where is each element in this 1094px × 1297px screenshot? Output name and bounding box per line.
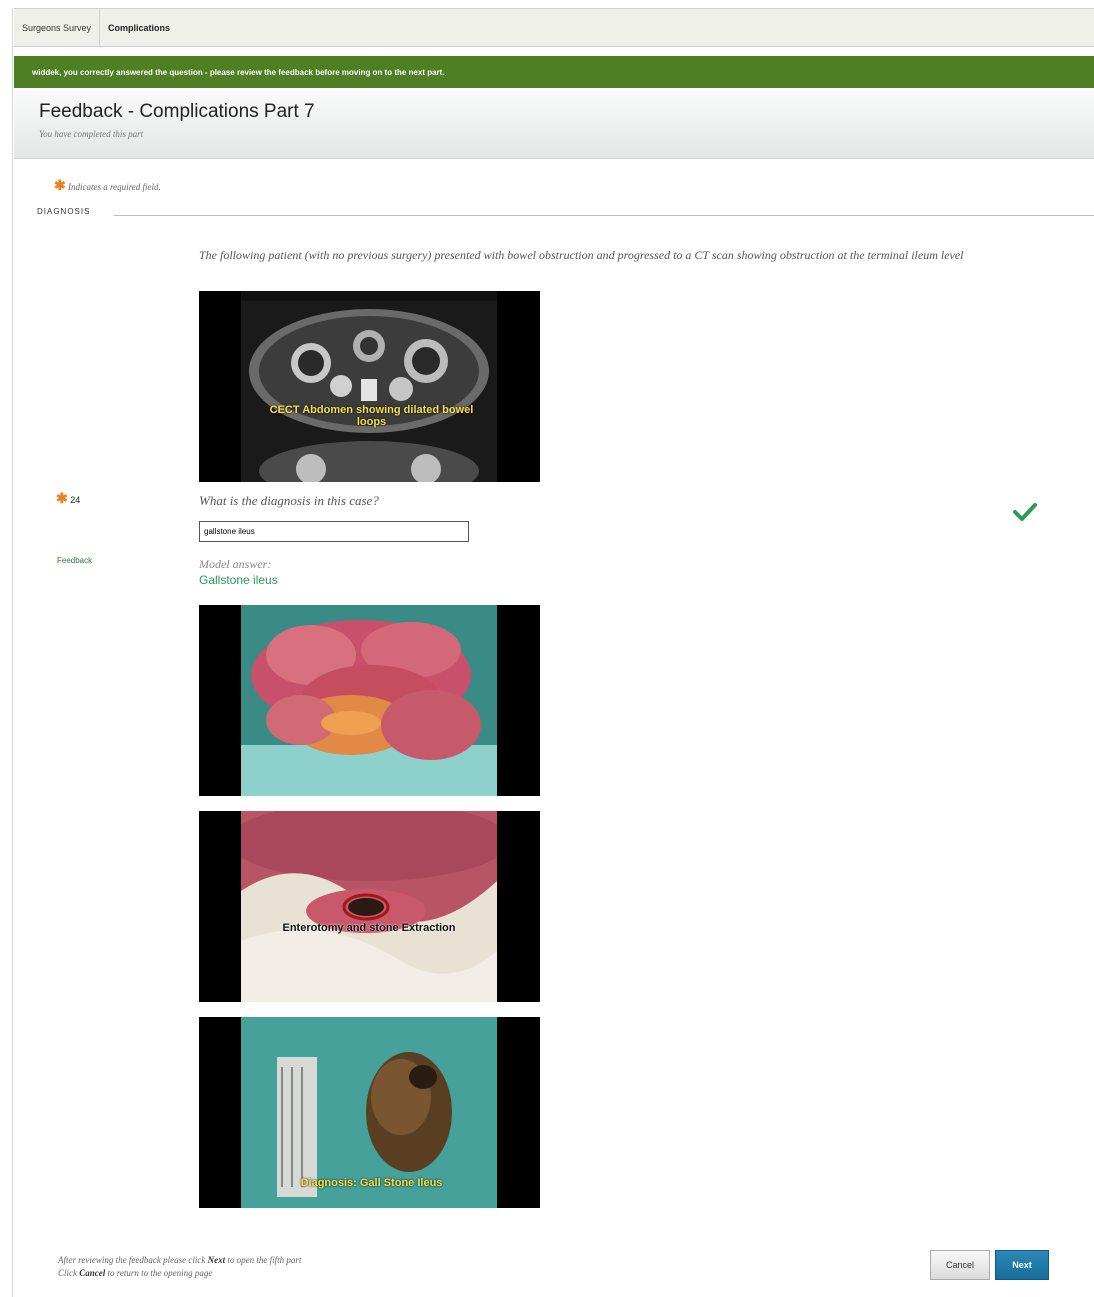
checkmark-icon — [1013, 503, 1037, 521]
page: Surgeons Survey Complications widdek, yo… — [0, 0, 1094, 1297]
question-number: 24 — [70, 495, 81, 505]
image-caption: Enterotomy and stone Extraction — [282, 922, 456, 934]
required-field-note: ✱ Indicates a required field. — [54, 178, 161, 195]
gallstone-image: Diagnosis: Gall Stone Ileus — [199, 1017, 540, 1208]
enterotomy-image: Enterotomy and stone Extraction — [199, 811, 540, 1002]
enterotomy-graphic — [241, 811, 497, 1002]
image-caption: Diagnosis: Gall Stone Ileus — [300, 1177, 443, 1189]
footer-instructions: After reviewing the feedback please clic… — [58, 1254, 301, 1280]
required-note-text: Indicates a required field. — [67, 182, 161, 192]
success-banner: widdek, you correctly answered the quest… — [14, 56, 1094, 88]
breadcrumb: Surgeons Survey Complications — [14, 8, 1094, 47]
question-text: What is the diagnosis in this case? — [199, 493, 379, 508]
asterisk-icon: ✱ — [54, 179, 66, 194]
asterisk-icon: ✱ — [56, 490, 68, 506]
question-number-label: ✱ 24 — [56, 490, 80, 507]
footer-line-cancel: Click Cancel to return to the opening pa… — [58, 1268, 213, 1278]
model-answer: Gallstone ileus — [199, 573, 278, 587]
section-label: DIAGNOSIS — [37, 207, 91, 216]
section-divider — [114, 215, 1094, 216]
page-border — [12, 8, 13, 1297]
page-title: Feedback - Complications Part 7 — [39, 101, 315, 122]
page-header: Feedback - Complications Part 7 You have… — [14, 90, 1094, 159]
page-subtitle: You have completed this part — [39, 129, 144, 139]
breadcrumb-item-surgeons-survey[interactable]: Surgeons Survey — [14, 9, 101, 46]
bowel-graphic — [241, 605, 497, 796]
cancel-button[interactable]: Cancel — [930, 1250, 990, 1280]
breadcrumb-item-complications[interactable]: Complications — [100, 9, 178, 46]
next-button[interactable]: Next — [995, 1250, 1049, 1280]
footer-line-next: After reviewing the feedback please clic… — [58, 1255, 302, 1265]
image-caption: CECT Abdomen showing dilated bowel loops — [269, 404, 474, 428]
feedback-label: Feedback — [57, 556, 93, 565]
question-intro: The following patient (with no previous … — [199, 248, 964, 262]
answer-field[interactable] — [199, 521, 469, 542]
model-answer-label: Model answer: — [199, 557, 272, 571]
bowel-image — [199, 605, 540, 796]
ct-scan-image: CECT Abdomen showing dilated bowel loops — [199, 291, 540, 482]
ct-scan-graphic — [241, 291, 497, 482]
success-message: widdek, you correctly answered the quest… — [32, 67, 445, 77]
